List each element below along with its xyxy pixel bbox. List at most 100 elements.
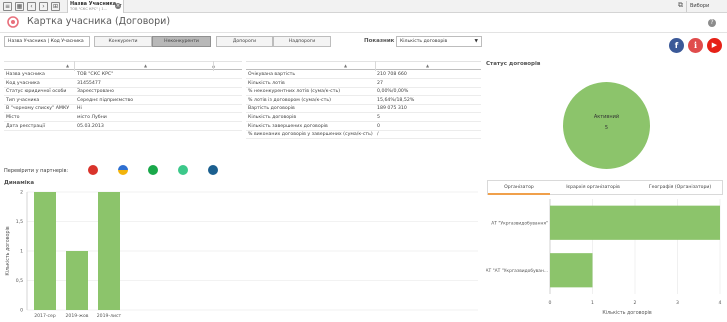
info-label: Дата реєстрації xyxy=(6,123,46,129)
info-icon[interactable]: i xyxy=(688,38,703,53)
bar[interactable] xyxy=(98,192,120,310)
chevron-down-icon: ▼ xyxy=(474,39,478,44)
participant-search-field[interactable]: Назва Учасника | Код Учасника xyxy=(4,36,90,47)
metric-label: % виконаних договорів у завершених (сума… xyxy=(248,132,373,138)
bar[interactable] xyxy=(550,253,593,288)
partner-yellow-blue-icon[interactable] xyxy=(118,165,128,175)
measure-dropdown[interactable]: Кількість договорів ▼ xyxy=(396,36,482,47)
help-icon[interactable]: ? xyxy=(708,19,716,27)
info-label: Статус юридичної особи xyxy=(6,89,67,95)
tab-organizer-geography[interactable]: Географія (Організатори) xyxy=(636,181,724,195)
facebook-icon[interactable]: f xyxy=(669,38,684,53)
prozorro-logo-icon xyxy=(7,16,19,28)
info-label: В "чорному списку" АМКУ xyxy=(6,106,70,112)
metric-label: Кількість лотів xyxy=(248,80,285,86)
tab-organizer[interactable]: Організатор xyxy=(488,181,550,195)
table-row: Дата реєстрації 05.03.2013 xyxy=(4,123,242,131)
table-row: Статус юридичної особи Зареєстровано xyxy=(4,88,242,97)
info-label: Місто xyxy=(6,115,20,120)
metric-label: Очікувана вартість xyxy=(248,72,296,77)
bookmark-icon[interactable]: ⧉ xyxy=(676,2,685,11)
info-value: 31455477 xyxy=(77,80,101,86)
info-value: Зареєстровано xyxy=(77,89,115,95)
table-row: В "чорному списку" АМКУ Ні xyxy=(4,105,242,114)
metric-value: 210 708 660 xyxy=(377,72,407,77)
youtube-icon[interactable]: ▶ xyxy=(707,38,722,53)
partner-light-green-icon[interactable] xyxy=(178,165,188,175)
organizer-tabs: Організатор Ієрархія організаторів Геогр… xyxy=(487,180,723,195)
sort-icon[interactable]: ▲ xyxy=(144,63,147,68)
table-row: Назва учасника ТОВ "СКС КРС" xyxy=(4,71,242,79)
x-axis-label: Кількість договорів xyxy=(602,310,651,316)
y-tick-label: 0 xyxy=(20,308,23,314)
tab-non-competitors[interactable]: Неконкуренти xyxy=(152,36,211,47)
info-value: Ні xyxy=(77,106,82,112)
bar[interactable] xyxy=(34,192,56,310)
metric-label: Кількість завершених договорів xyxy=(248,123,328,129)
sheets-icon[interactable]: ⊞ xyxy=(51,2,60,11)
info-value: Середнє підприємство xyxy=(77,97,134,103)
x-tick-label: 0 xyxy=(549,300,552,306)
info-value: ТОВ "СКС КРС" xyxy=(77,72,114,77)
info-value: 05.03.2013 xyxy=(77,123,104,129)
table-header: ▲ ▲ xyxy=(246,61,481,70)
table-row: Кількість завершених договорів 0 xyxy=(246,123,481,131)
x-tick-label: 2019-лист xyxy=(97,313,122,319)
partner-red-icon[interactable] xyxy=(88,165,98,175)
x-tick-label: 1 xyxy=(591,300,594,306)
app-overview-icon[interactable]: ▦ xyxy=(15,2,24,11)
sort-icon[interactable]: ▲ xyxy=(344,63,347,68)
close-icon[interactable]: × xyxy=(115,3,121,9)
app-tab-subtitle: ТОВ "СКС КРС" | 1... xyxy=(70,7,108,11)
table-row: % лотів із договором (сума/к-сть) 15,64%/… xyxy=(246,97,481,105)
metric-value: 5 xyxy=(377,115,380,120)
partner-green-icon[interactable] xyxy=(148,165,158,175)
measure-label: Показник xyxy=(364,38,395,44)
contract-status-title: Статус договорів xyxy=(486,61,541,67)
y-tick-label: 1,5 xyxy=(16,219,23,225)
x-tick-label: 3 xyxy=(676,300,679,306)
x-tick-label: 2 xyxy=(634,300,637,306)
tab-below-threshold[interactable]: Допороги xyxy=(216,36,273,47)
metric-value: 15,64%/18,52% xyxy=(377,97,415,103)
tab-organizer-hierarchy[interactable]: Ієрархія організаторів xyxy=(550,181,636,195)
table-row: Кількість договорів 5 xyxy=(246,114,481,122)
metric-value: 0,00%/0,00% xyxy=(377,89,409,95)
partners-label: Перевірити у партнерів: xyxy=(4,168,69,174)
tab-above-threshold[interactable]: Надпороги xyxy=(273,36,331,47)
y-tick-label: 1 xyxy=(20,249,23,255)
table-row: Очікувана вартість 210 708 660 xyxy=(246,71,481,79)
y-tick-label: 0,5 xyxy=(16,278,23,284)
metric-label: Вартість договорів xyxy=(248,106,295,112)
sort-icon[interactable]: ▲ xyxy=(426,63,429,68)
selections-button[interactable]: Вибори xyxy=(686,1,727,12)
metric-label: % лотів із договором (сума/к-сть) xyxy=(248,97,331,103)
table-row: Тип учасника Середнє підприємство xyxy=(4,97,242,105)
category-label: АТ "Укргазвидобування" xyxy=(491,219,548,226)
info-value: місто Лубни xyxy=(77,115,107,120)
status-pie-value: 5 xyxy=(604,125,609,131)
metric-label: Кількість договорів xyxy=(248,115,297,120)
bar[interactable] xyxy=(550,205,720,240)
dynamics-chart: 0 0,5 1 1,5 2 Кількість договорів 2017-сер 2019… xyxy=(5,190,478,319)
tab-competitors[interactable]: Конкуренти xyxy=(94,36,152,47)
partner-blue-icon[interactable] xyxy=(208,165,218,175)
page-title: Картка учасника (Договори) xyxy=(27,16,171,27)
bar[interactable] xyxy=(66,251,88,310)
y-tick-label: 2 xyxy=(20,190,23,196)
x-tick-label: 2019-жов xyxy=(65,313,88,319)
info-label: Код учасника xyxy=(6,80,40,86)
sort-icon[interactable]: ▲ xyxy=(66,63,69,68)
table-row: Вартість договорів 189 075 310 xyxy=(246,105,481,114)
metric-value: 27 xyxy=(377,80,383,86)
info-label: Тип учасника xyxy=(6,97,40,103)
menu-icon[interactable]: ≡ xyxy=(3,2,12,11)
measure-dropdown-value: Кількість договорів xyxy=(400,39,448,44)
y-axis-label: Кількість договорів xyxy=(5,226,11,275)
app-tab[interactable]: Назва Учасника... ТОВ "СКС КРС" | 1... × xyxy=(67,0,124,13)
back-icon[interactable]: ‹ xyxy=(27,2,36,11)
table-row: % неконкурентних лотів (сума/к-сть) 0,00%… xyxy=(246,88,481,97)
metric-value: 0 xyxy=(377,123,380,129)
table-row: Кількість лотів 27 xyxy=(246,80,481,88)
forward-icon[interactable]: › xyxy=(39,2,48,11)
